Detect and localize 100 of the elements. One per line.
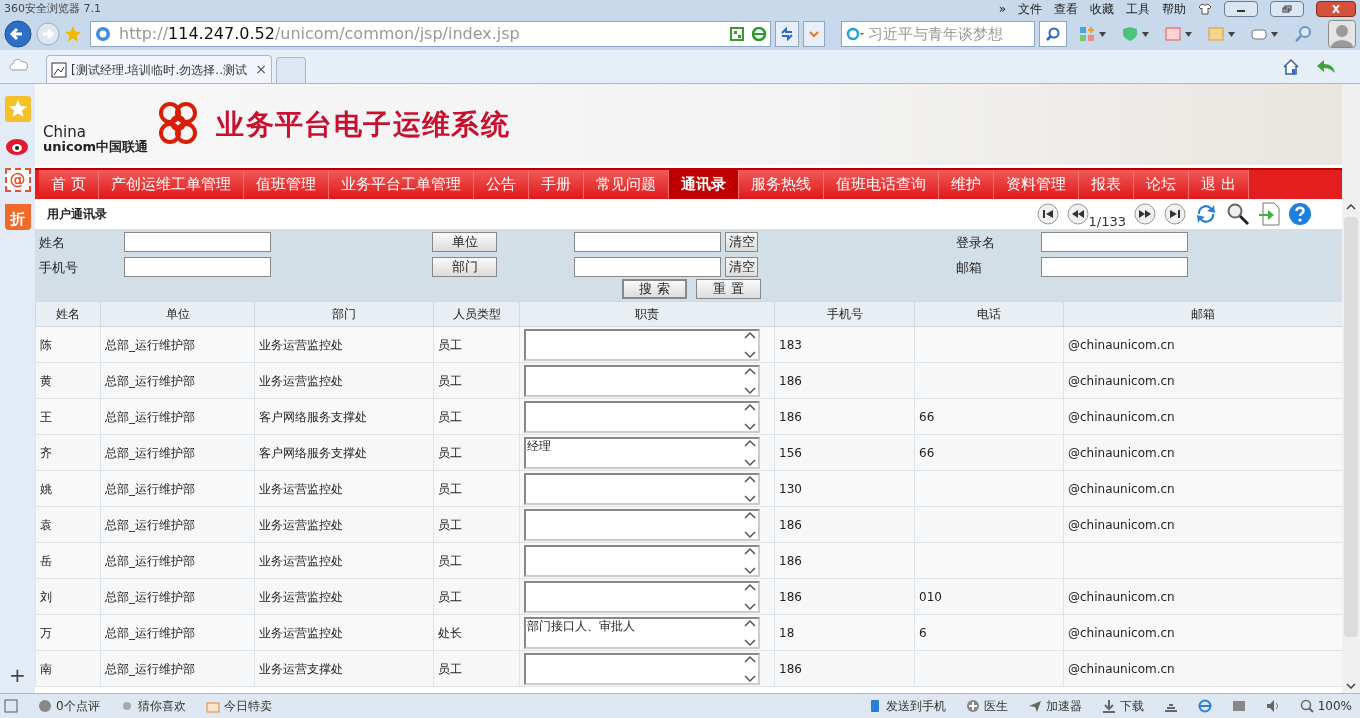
menu-item[interactable]: 查看 [1054,0,1078,18]
reset-button[interactable]: 重 置 [696,279,761,299]
nav-tab[interactable]: 公告 [473,170,529,199]
text-area[interactable]: 经理 [524,436,760,469]
search-button[interactable]: 搜 索 [622,279,687,299]
browser-tab[interactable]: [测试经理.培训临时.勿选择..测试 × [46,55,272,83]
scroll-up-icon[interactable] [744,582,756,591]
menu-item[interactable]: » [998,0,1006,18]
next-page-icon[interactable] [1134,203,1156,225]
window-icon[interactable] [1231,699,1246,713]
last-page-icon[interactable] [1164,203,1186,225]
text-area[interactable] [524,328,760,361]
filter-button[interactable]: 部门 [432,257,497,277]
scroll-up-icon[interactable] [744,510,756,519]
scroll-down-icon[interactable] [744,458,756,467]
speaker-icon[interactable] [1265,699,1280,713]
add-button[interactable]: + [9,665,26,685]
close-button[interactable] [1316,1,1356,17]
nav-tab[interactable]: 报表 [1078,170,1134,199]
search-button[interactable] [1039,21,1067,47]
close-tab-button[interactable]: × [255,59,267,80]
address-field[interactable]: http://114.247.0.52/unicom/common/jsp/index.jsp [90,21,772,47]
text-area[interactable] [524,508,760,541]
text-area[interactable] [524,364,760,397]
ie-icon[interactable] [1197,699,1212,713]
text-field[interactable] [124,232,271,252]
nav-tab[interactable]: 退 出 [1188,170,1249,199]
nav-tab[interactable]: 维护 [938,170,994,199]
refresh-button[interactable] [775,21,800,47]
text-field[interactable] [574,232,721,252]
scroll-up-icon[interactable] [744,618,756,627]
filter-button[interactable]: 清空 [725,232,758,252]
status-item[interactable]: 今日特卖 [223,697,272,715]
nav-tab[interactable]: 通讯录 [668,170,739,199]
scroll-up-icon[interactable] [744,402,756,411]
menu-item[interactable]: 收藏 [1090,0,1114,18]
text-area[interactable]: 部门接口人、审批人 [524,616,760,649]
zoom-icon[interactable] [1294,25,1312,43]
menu-item[interactable]: 帮助 [1162,0,1186,18]
undo-arrow-icon[interactable] [1316,57,1336,74]
help-icon[interactable] [1288,202,1312,226]
minimize-button[interactable] [1224,1,1258,17]
nav-tab[interactable]: 首 页 [39,170,99,199]
status-item[interactable]: 0个点评 [56,697,100,715]
scroll-down-icon[interactable] [744,566,756,575]
text-area[interactable] [524,652,760,685]
status-item[interactable]: 发送到手机 [885,697,946,715]
scroll-down-icon[interactable] [744,674,756,683]
scroll-up-icon[interactable] [744,654,756,663]
export-icon[interactable] [1258,202,1280,226]
text-area[interactable] [524,544,760,577]
text-area[interactable] [524,472,760,505]
scroll-down-icon[interactable] [744,350,756,359]
refresh-icon[interactable] [1194,202,1218,226]
scroll-up-icon[interactable] [744,366,756,375]
nav-tab[interactable]: 资料管理 [993,170,1079,199]
scroll-down-icon[interactable] [744,422,756,431]
scroll-up-icon[interactable] [744,330,756,339]
filter-button[interactable]: 清空 [725,257,758,277]
scroll-up-icon[interactable] [744,438,756,447]
text-field[interactable] [124,257,271,277]
scroll-down-icon[interactable] [744,494,756,503]
text-area[interactable] [524,580,760,613]
previous-page-icon[interactable] [1066,203,1089,225]
search-field[interactable]: 习近平与青年谈梦想 [841,21,1036,47]
scroll-up-icon[interactable] [744,546,756,555]
home-icon[interactable] [1282,57,1300,76]
cloud-icon[interactable] [8,57,30,71]
nav-tab[interactable]: 值班管理 [243,170,329,199]
menu-item[interactable]: 文件 [1018,0,1042,18]
nav-tab[interactable]: 论坛 [1133,170,1189,199]
nav-tab[interactable]: 服务热线 [738,170,824,199]
nav-tab[interactable]: 常见问题 [583,170,669,199]
search-icon[interactable] [1226,202,1250,226]
first-page-icon[interactable] [1036,203,1059,225]
scrollbar[interactable] [1342,84,1360,693]
filter-button[interactable]: 单位 [432,232,497,252]
scroll-down-icon[interactable] [744,602,756,611]
gamepad-icon[interactable] [1251,26,1267,42]
nav-tab[interactable]: 业务平台工单管理 [328,170,474,199]
text-field[interactable] [1041,232,1188,252]
scroll-down-icon[interactable] [744,638,756,647]
zoom-level[interactable]: 100% [1317,697,1352,715]
nav-tab[interactable]: 值班电话查询 [823,170,939,199]
scroll-down-icon[interactable] [744,386,756,395]
scroll-down-icon[interactable] [744,530,756,539]
menu-item[interactable]: 工具 [1126,0,1150,18]
scroll-up-icon[interactable] [744,474,756,483]
nav-tab[interactable]: 手册 [528,170,584,199]
restore-button[interactable] [1270,1,1304,17]
star-icon[interactable] [64,25,82,43]
nav-tab[interactable]: 产创运维工单管理 [98,170,244,199]
text-field[interactable] [1041,257,1188,277]
status-item[interactable]: 猜你喜欢 [137,697,186,715]
status-item[interactable]: 医生 [983,697,1008,715]
status-item[interactable]: 下载 [1119,697,1144,715]
text-area[interactable] [524,400,760,433]
text-field[interactable] [574,257,721,277]
mail-button[interactable]: @ [4,168,31,192]
status-item[interactable]: 加速器 [1045,697,1082,715]
